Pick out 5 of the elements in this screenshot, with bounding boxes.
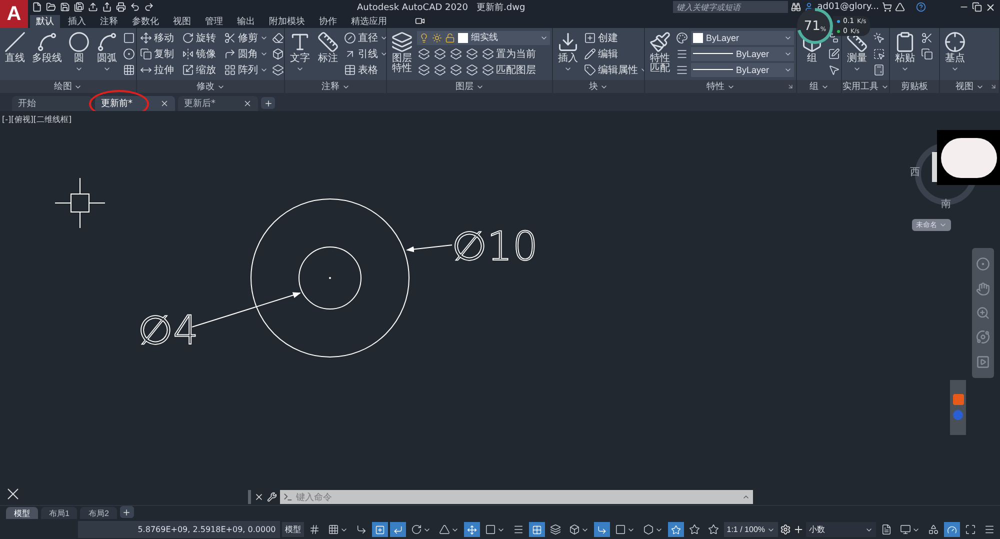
coordinates-readout: 5.8769E+09, 2.5918E+09, 0.0000 (78, 521, 280, 538)
dimension-text: ∅10 (452, 224, 538, 270)
window-title: Autodesk AutoCAD 2020 更新前.dwg (357, 2, 526, 14)
gauge-percent: 71 (804, 18, 820, 34)
dimension-text: ∅4 (138, 308, 198, 354)
